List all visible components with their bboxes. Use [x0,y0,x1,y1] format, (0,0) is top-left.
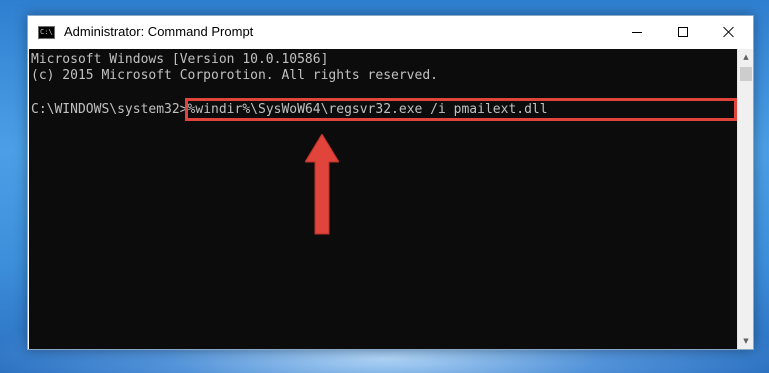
minimize-button[interactable] [614,16,660,48]
console-output[interactable]: Microsoft Windows [Version 10.0.10586] (… [29,49,737,349]
minimize-icon [632,31,642,33]
title-bar[interactable]: C:\ Administrator: Command Prompt [28,16,753,49]
arrow-up-icon [305,134,339,235]
maximize-button[interactable] [660,16,706,48]
scroll-thumb[interactable] [740,67,752,81]
console-prompt: C:\WINDOWS\system32> [31,102,188,117]
window-title: Administrator: Command Prompt [64,24,254,39]
command-highlight-box [185,98,737,121]
console-line-version: Microsoft Windows [Version 10.0.10586] [31,52,329,67]
close-icon [723,26,735,38]
scroll-down-icon[interactable]: ▼ [738,333,754,349]
maximize-icon [678,27,688,37]
console-line-copyright: (c) 2015 Microsoft Corporotion. All righ… [31,68,438,83]
cmd-icon-label: C:\ [40,28,53,36]
close-button[interactable] [706,16,752,48]
cmd-app-icon[interactable]: C:\ [38,26,55,39]
command-prompt-window: C:\ Administrator: Command Prompt Micros… [27,15,754,350]
vertical-scrollbar[interactable]: ▲ ▼ [737,49,753,349]
scroll-up-icon[interactable]: ▲ [738,49,754,65]
